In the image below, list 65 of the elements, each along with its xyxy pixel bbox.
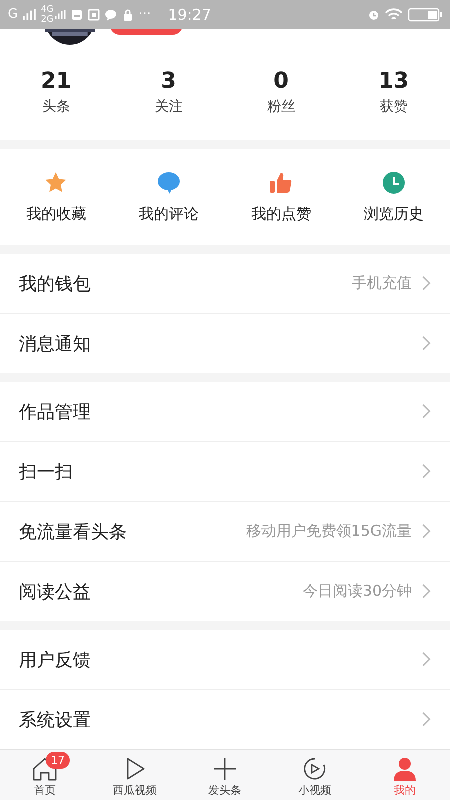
- tab[interactable]: 发头条: [180, 750, 270, 800]
- menu-row[interactable]: 我的钱包 手机充值: [0, 254, 450, 314]
- chevron-right-icon: [422, 652, 431, 667]
- shortcut-label[interactable]: 我的收藏: [26, 204, 86, 224]
- shortcut-label[interactable]: 我的评论: [138, 204, 199, 224]
- more-notifications: ···: [138, 7, 152, 22]
- signal-icon: [54, 10, 66, 19]
- menu-label: 系统设置: [19, 708, 91, 732]
- tab[interactable]: 17 首页: [0, 750, 90, 800]
- clock-time: 19:27: [168, 6, 212, 24]
- network-type: G: [8, 7, 18, 22]
- chevron-right-icon: [422, 404, 431, 419]
- menu-row[interactable]: 系统设置: [0, 690, 450, 749]
- lock-icon: [122, 8, 134, 20]
- menu-label: 免流量看头条: [19, 520, 127, 544]
- stat-count: 3: [161, 69, 176, 94]
- chevron-right-icon: [422, 584, 431, 599]
- chevron-right-icon: [422, 524, 431, 539]
- stat-count: 13: [378, 69, 410, 94]
- stat-label: 获赞: [380, 98, 408, 116]
- menu-row[interactable]: 作品管理: [0, 382, 450, 442]
- menu-row[interactable]: 扫一扫: [0, 442, 450, 502]
- thumbs-up-icon[interactable]: [269, 170, 294, 194]
- menu-hint: 今日阅读30分钟: [302, 582, 412, 601]
- menu-label: 消息通知: [19, 332, 91, 356]
- alarm-icon: [368, 8, 380, 20]
- battery-icon: [408, 8, 442, 22]
- menu-label: 作品管理: [19, 400, 91, 424]
- menu-hint: 移动用户免费领15G流量: [246, 522, 412, 541]
- menu-label: 扫一扫: [19, 460, 73, 484]
- chevron-right-icon: [422, 464, 431, 479]
- chevron-right-icon: [422, 712, 431, 727]
- stat-count: 0: [274, 69, 289, 94]
- notification-count: 17: [46, 752, 70, 769]
- user-icon: [392, 757, 418, 781]
- menu-row[interactable]: 阅读公益 今日阅读30分钟: [0, 562, 450, 621]
- menu-label: 阅读公益: [19, 580, 91, 604]
- signal-icon: [23, 9, 36, 20]
- chevron-right-icon: [422, 336, 431, 351]
- stat-label: 头条: [42, 98, 70, 116]
- plus-icon: [212, 757, 238, 781]
- menu-hint: 手机充值: [352, 274, 412, 293]
- shortcut-label[interactable]: 浏览历史: [364, 204, 424, 224]
- menu-row[interactable]: 免流量看头条 移动用户免费领15G流量: [0, 502, 450, 562]
- stat-label: 关注: [154, 98, 183, 116]
- notification-icon: [70, 8, 83, 20]
- notification-icon: [88, 8, 100, 20]
- chevron-right-icon: [422, 276, 431, 291]
- menu-label: 我的钱包: [19, 272, 91, 296]
- clock-icon[interactable]: [382, 170, 406, 194]
- menu-label: 用户反馈: [19, 648, 91, 672]
- stat-label: 粉丝: [267, 98, 296, 116]
- video-icon: [302, 757, 328, 781]
- tab[interactable]: 西瓜视频: [90, 750, 180, 800]
- network-type: 2G: [41, 14, 54, 24]
- stat-count: 21: [40, 69, 72, 94]
- star-icon[interactable]: [44, 170, 68, 194]
- menu-row[interactable]: 消息通知: [0, 314, 450, 373]
- wifi-icon: [385, 8, 403, 22]
- network-type: 4G: [41, 4, 54, 14]
- tab[interactable]: 小视频: [270, 750, 360, 800]
- comment-icon[interactable]: [156, 170, 181, 194]
- menu-row[interactable]: 用户反馈: [0, 630, 450, 690]
- shortcut-label[interactable]: 我的点赞: [251, 204, 312, 224]
- chat-icon: [104, 8, 117, 20]
